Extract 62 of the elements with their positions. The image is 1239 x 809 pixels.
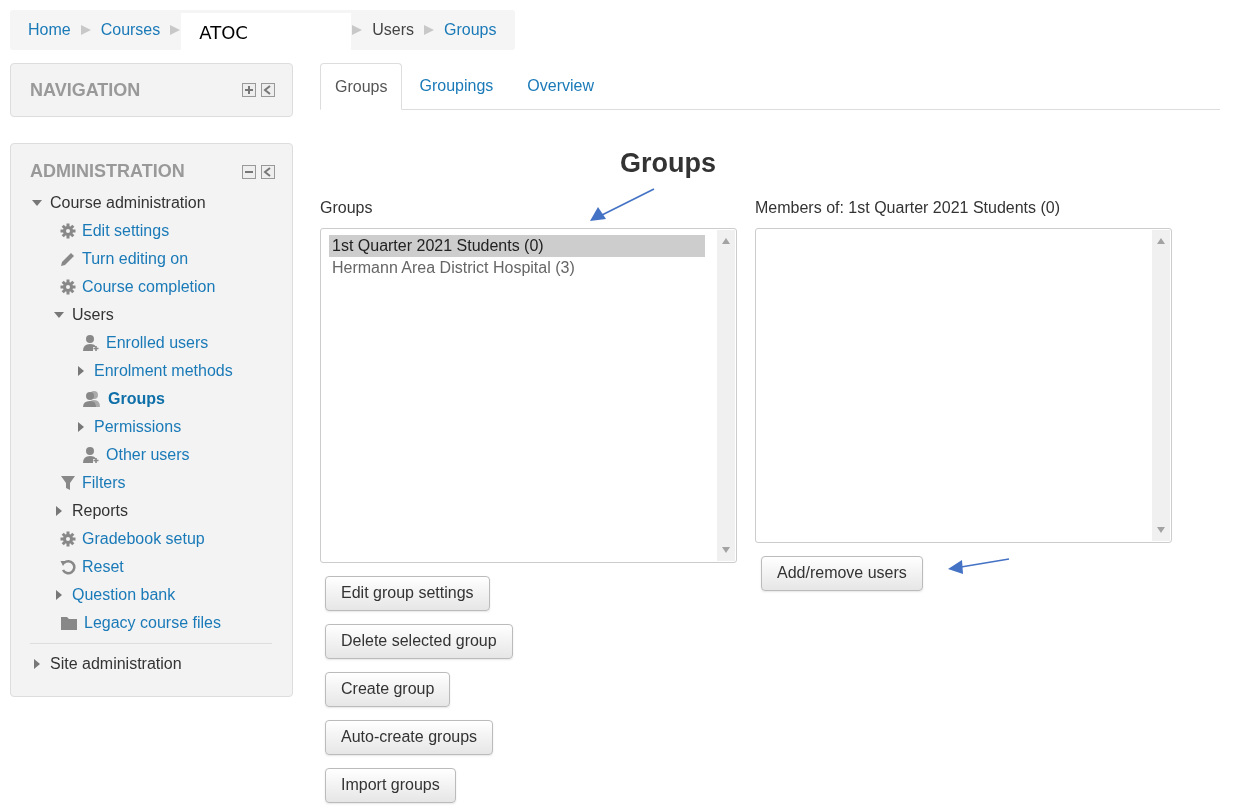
tree-branch[interactable]: Permissions xyxy=(94,415,182,439)
breadcrumb-link[interactable]: Home xyxy=(28,18,71,42)
scroll-up-icon[interactable] xyxy=(1157,237,1165,244)
scroll-down-icon[interactable] xyxy=(1157,526,1165,533)
block-controls-icon[interactable] xyxy=(242,164,276,179)
field-label: Groups xyxy=(320,197,373,218)
tree-link[interactable]: Gradebook setup xyxy=(82,527,205,551)
annotation-arrow xyxy=(947,556,1012,576)
user-add-icon xyxy=(82,446,100,464)
tab[interactable]: Groups xyxy=(320,63,403,110)
user-add-icon xyxy=(82,334,100,352)
tree-link[interactable]: Edit settings xyxy=(82,219,170,243)
action-button[interactable]: Auto-create groups xyxy=(325,719,494,755)
tree-branch[interactable]: Question bank xyxy=(72,583,176,607)
tab[interactable]: Groupings xyxy=(402,62,511,109)
separator-icon xyxy=(423,24,436,36)
groups-listbox[interactable]: 1st Quarter 2021 Students (0) Hermann Area District Hospital (3) xyxy=(320,227,737,563)
breadcrumb-item: Users xyxy=(372,20,415,40)
action-button[interactable]: Import groups xyxy=(325,767,456,803)
separator-icon xyxy=(351,24,364,36)
folder-icon xyxy=(60,615,78,631)
reset-icon xyxy=(60,559,76,575)
page-heading: Groups xyxy=(619,147,717,180)
separator-icon xyxy=(169,24,182,36)
course-name-label: ATOC xyxy=(181,13,352,51)
block-title: NAVIGATION xyxy=(30,78,141,102)
add-remove-users-button[interactable]: Add/remove users xyxy=(761,555,923,591)
action-button[interactable]: Edit group settings xyxy=(325,575,490,611)
block-title: ADMINISTRATION xyxy=(30,160,185,183)
tree-branch[interactable]: Users xyxy=(72,303,114,327)
gear-icon xyxy=(60,279,76,295)
tree-link[interactable]: Reset xyxy=(82,555,124,579)
tree-link[interactable]: Other users xyxy=(106,443,190,467)
separator-icon xyxy=(79,24,92,36)
tab[interactable]: Overview xyxy=(510,62,611,109)
users-icon xyxy=(82,390,102,408)
tree-link[interactable]: Groups xyxy=(108,387,165,411)
tree-branch[interactable]: Reports xyxy=(72,499,129,523)
tree-link[interactable]: Enrolled users xyxy=(106,331,209,355)
breadcrumb-link[interactable]: Courses xyxy=(100,18,161,42)
tree-link[interactable]: Filters xyxy=(82,471,126,495)
breadcrumb-link[interactable]: Groups xyxy=(444,18,497,42)
tree-link[interactable]: Turn editing on xyxy=(82,247,189,271)
block-controls-icon[interactable] xyxy=(242,83,276,97)
scroll-up-icon[interactable] xyxy=(722,237,730,244)
tree-link[interactable]: Legacy course files xyxy=(84,611,221,635)
scroll-down-icon[interactable] xyxy=(722,546,730,553)
scrollbar[interactable] xyxy=(1152,229,1170,541)
action-button[interactable]: Create group xyxy=(325,671,451,707)
gear-icon xyxy=(60,223,76,239)
field-label: Members of: 1st Quarter 2021 Students (0) xyxy=(755,197,1061,218)
tree-branch[interactable]: Enrolment methods xyxy=(94,359,233,383)
tree-branch[interactable]: Course administration xyxy=(50,191,206,215)
action-button[interactable]: Delete selected group xyxy=(325,623,513,659)
filter-icon xyxy=(60,475,76,491)
pencil-icon xyxy=(60,251,76,267)
list-option[interactable]: Hermann Area District Hospital (3) xyxy=(329,256,705,279)
scrollbar[interactable] xyxy=(717,229,735,561)
gear-icon xyxy=(60,531,76,547)
tree-link[interactable]: Course completion xyxy=(82,275,216,299)
tree-branch[interactable]: Site administration xyxy=(50,652,182,676)
list-option[interactable]: 1st Quarter 2021 Students (0) xyxy=(329,234,705,257)
